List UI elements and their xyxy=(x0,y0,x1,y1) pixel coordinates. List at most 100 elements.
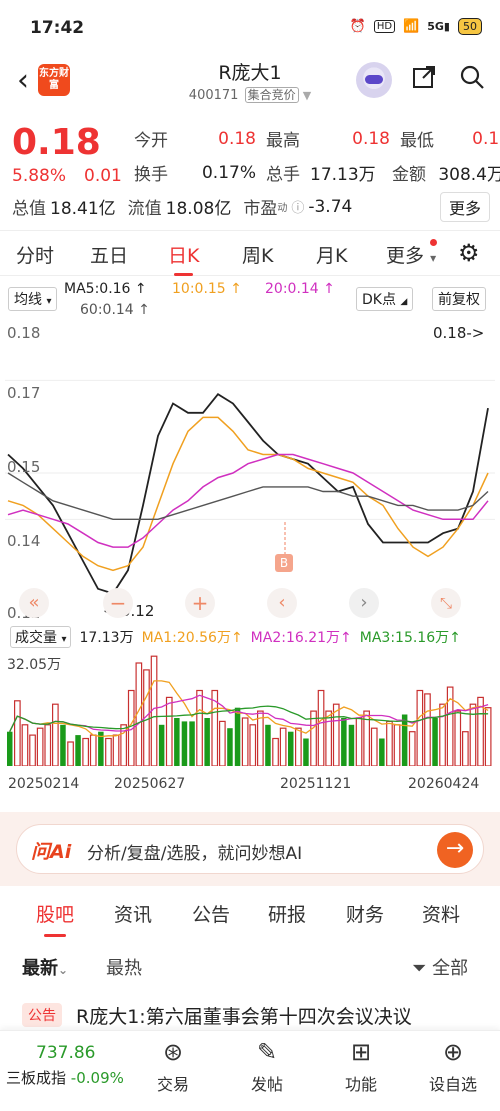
ma-legend: 均线 ▾ MA5:0.16 ↑ 10:0.15 ↑ 20:0.14 ↑ 60:0… xyxy=(0,279,500,323)
sort-hot[interactable]: 最热 xyxy=(106,954,142,980)
volume-bar xyxy=(67,741,74,767)
ma10-label: 10:0.15 ↑ xyxy=(172,281,242,297)
vol-ma1-label: MA1:20.56万↑ xyxy=(141,630,243,646)
change-amount: 0.01 xyxy=(84,166,122,186)
5g-signal-icon: 5G▮ xyxy=(427,20,450,33)
index-value[interactable]: 737.86 xyxy=(36,1043,95,1063)
tab-finance[interactable]: 财务 xyxy=(346,900,384,927)
zoom-in-icon[interactable]: + xyxy=(185,588,215,618)
tab-research[interactable]: 研报 xyxy=(268,900,306,927)
ma-series-line-0 xyxy=(7,393,489,595)
volume-bar xyxy=(241,717,249,767)
ai-input-box[interactable]: 问Ai 分析/复盘/选股，就问妙想AI → xyxy=(16,824,484,874)
volume-max-label: 32.05万 xyxy=(7,657,62,673)
step-right-icon[interactable]: › xyxy=(349,588,379,618)
trade-label: 交易 xyxy=(156,1075,189,1094)
y-label-2: 0.17 xyxy=(7,384,41,402)
step-left-icon[interactable]: ‹ xyxy=(267,588,297,618)
volume-bar xyxy=(424,693,431,767)
volume-bar xyxy=(60,724,66,766)
volume-bar xyxy=(469,703,477,767)
fullscreen-icon[interactable]: ⤡ xyxy=(431,588,461,618)
status-time: 17:42 xyxy=(30,18,85,38)
high-value: 0.18 xyxy=(352,128,390,149)
ai-brand: 问Ai xyxy=(31,841,72,863)
buy-marker[interactable]: B xyxy=(275,554,293,572)
volume-label: 总手 xyxy=(266,165,300,185)
index-info[interactable]: 三板成指 -0.09% xyxy=(6,1067,124,1088)
status-icons: ⏰ HD 📶 5G▮ 50 xyxy=(350,18,482,35)
filter-all-label: 全部 xyxy=(432,958,469,979)
hd-icon: HD xyxy=(373,20,396,33)
sort-latest[interactable]: 最新⌄ xyxy=(22,954,68,980)
tab-announcements[interactable]: 公告 xyxy=(192,900,230,927)
amount-label: 金额 xyxy=(392,165,426,185)
share-icon[interactable] xyxy=(408,64,440,96)
kline-chart[interactable]: 0.18 0.17 0.15 0.14 0.12 0.18-> <-0.12 B… xyxy=(5,322,495,622)
dk-point-button[interactable]: DK点 ◢ xyxy=(356,287,414,311)
more-quote-button[interactable]: 更多 xyxy=(439,192,490,222)
indicator-selector[interactable]: 均线 ▾ xyxy=(8,287,58,311)
ma20-label: 20:0.14 ↑ xyxy=(265,281,335,297)
info-icon[interactable]: ⓘ xyxy=(291,197,304,216)
date-label-4: 20260424 xyxy=(408,776,480,792)
volume-indicator-selector[interactable]: 成交量 ▾ xyxy=(10,626,72,648)
trade-button[interactable]: ⊛ 交易 xyxy=(138,1037,208,1095)
search-icon[interactable] xyxy=(456,64,488,96)
add-watchlist-icon: ⊕ xyxy=(442,1038,464,1066)
float-cap-label: 流值 xyxy=(127,199,162,219)
arrow-right-icon[interactable]: → xyxy=(437,832,473,868)
volume-svg xyxy=(7,655,492,767)
volume-bar xyxy=(401,714,408,766)
trade-icon: ⊛ xyxy=(162,1038,184,1066)
tab-daily-k[interactable]: 日K xyxy=(168,241,199,276)
volume-chart[interactable]: 32.05万 xyxy=(5,650,495,767)
volume-value: 17.13万 xyxy=(310,165,376,185)
market-cap-label: 总值 xyxy=(12,199,46,219)
tab-news[interactable]: 资讯 xyxy=(114,900,152,927)
news-item[interactable]: 公告 R庞大1:第六届董事会第十四次会议决议 xyxy=(0,998,500,1032)
volume-bar xyxy=(196,689,203,767)
tab-guba[interactable]: 股吧 xyxy=(36,900,74,937)
volume-bar xyxy=(279,727,287,767)
volume-bar xyxy=(204,718,210,766)
volume-bar xyxy=(112,734,120,767)
volume-bar xyxy=(439,703,446,767)
gear-icon[interactable]: ⚙ xyxy=(458,239,480,267)
ma60-label: 60:0.14 ↑ xyxy=(80,302,150,318)
volume-bar xyxy=(332,703,340,767)
volume-bar xyxy=(408,731,416,767)
volume-bar xyxy=(7,731,13,766)
volume-bar xyxy=(386,720,393,767)
volume-bar xyxy=(165,696,173,767)
tab-monthly-k[interactable]: 月K xyxy=(316,241,347,268)
turnover-label: 换手 xyxy=(134,165,168,185)
function-button[interactable]: ⊞ 功能 xyxy=(326,1037,396,1095)
ai-assistant-avatar[interactable] xyxy=(356,62,392,98)
volume-bar xyxy=(36,727,44,767)
rewind-icon[interactable]: « xyxy=(19,588,49,618)
triangle-down-icon: ▾ xyxy=(46,296,52,307)
zoom-out-icon[interactable]: − xyxy=(103,588,133,618)
tab-more[interactable]: 更多 ▾ xyxy=(386,241,436,268)
volume-bar xyxy=(44,724,52,767)
volume-bar xyxy=(325,710,332,767)
volume-bar xyxy=(21,724,29,767)
post-label: 发帖 xyxy=(250,1075,283,1094)
volume-bar xyxy=(379,738,385,766)
volume-bar xyxy=(393,724,401,767)
filter-all[interactable]: ⏷ 全部 xyxy=(412,954,468,980)
high-label: 最高 xyxy=(266,131,300,151)
tab-five-day[interactable]: 五日 xyxy=(90,241,128,268)
post-button[interactable]: ✎ 发帖 xyxy=(232,1037,302,1095)
adjust-button[interactable]: 前复权 xyxy=(432,287,486,311)
volume-bar xyxy=(249,724,257,767)
notification-dot xyxy=(430,239,437,246)
tab-profile[interactable]: 资料 xyxy=(422,900,460,927)
volume-bar xyxy=(181,721,188,766)
dropdown-triangle-icon[interactable]: ▼ xyxy=(303,89,311,102)
add-watchlist-button[interactable]: ⊕ 设自选 xyxy=(418,1037,488,1095)
tab-weekly-k[interactable]: 周K xyxy=(242,241,273,268)
date-label-2: 20250627 xyxy=(114,776,186,792)
tab-intraday[interactable]: 分时 xyxy=(16,241,54,268)
